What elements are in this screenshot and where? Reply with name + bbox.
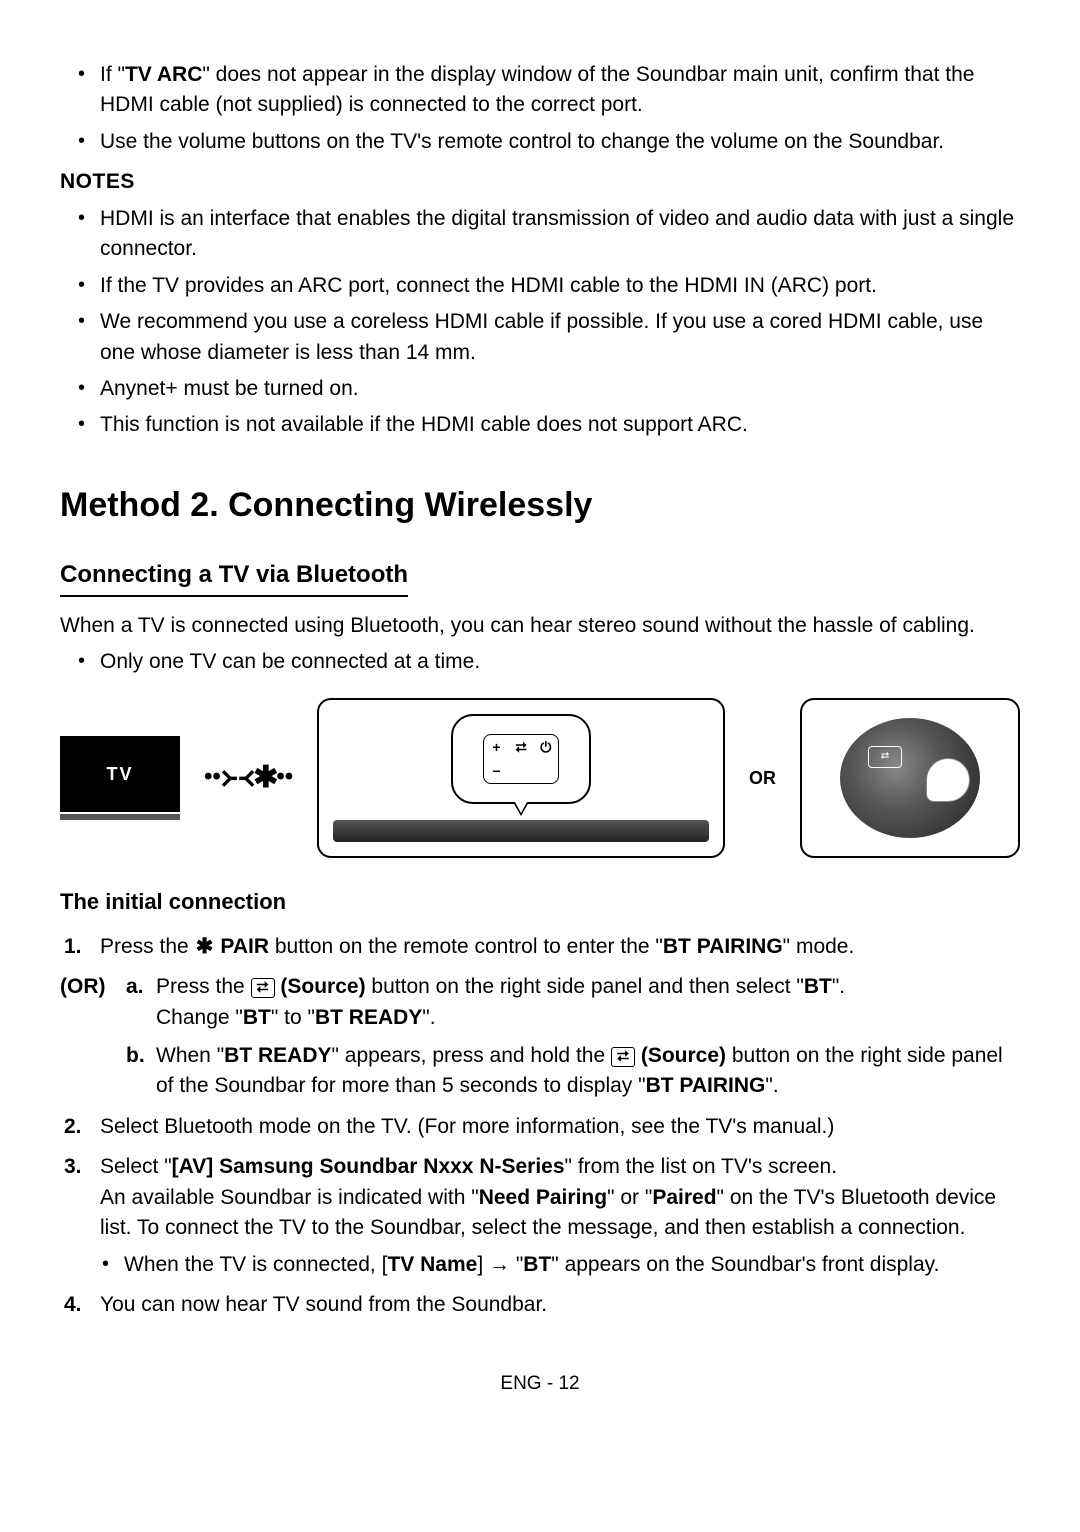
list-item: This function is not available if the HD… [100, 410, 1020, 440]
step-2: 2. Select Bluetooth mode on the TV. (For… [100, 1112, 1020, 1142]
notes-list: HDMI is an interface that enables the di… [60, 204, 1020, 441]
list-item: We recommend you use a coreless HDMI cab… [100, 307, 1020, 368]
list-item: When the TV is connected, [TV Name] → "B… [124, 1250, 1020, 1280]
step-3-sub: When the TV is connected, [TV Name] → "B… [100, 1250, 1020, 1280]
plus-icon: + [484, 735, 509, 759]
remote-soundbar-illustration: + ⮂ ⏻ − [317, 698, 725, 858]
method-heading: Method 2. Connecting Wirelessly [60, 481, 1020, 530]
source-button-icon: ⮂ [868, 746, 902, 768]
bluetooth-pair-icon: ✱ [195, 932, 215, 962]
step-a: (OR) a. Press the ⮂ (Source) button on t… [156, 972, 1020, 1033]
soundbar-illustration [333, 820, 709, 842]
source-icon: ⮂ [611, 1047, 635, 1067]
initial-connection-heading: The initial connection [60, 886, 1020, 918]
tv-illustration: TV [60, 736, 180, 820]
power-icon: ⏻ [533, 735, 558, 759]
minus-icon: − [484, 759, 509, 783]
step-4: 4. You can now hear TV sound from the So… [100, 1290, 1020, 1320]
side-panel-illustration: ⮂ [800, 698, 1020, 858]
page-footer: ENG - 12 [60, 1370, 1020, 1398]
remote-balloon: + ⮂ ⏻ − [451, 714, 591, 804]
step-3: 3. Select "[AV] Samsung Soundbar Nxxx N-… [100, 1152, 1020, 1280]
source-icon: ⮂ [509, 735, 534, 759]
list-item: If "TV ARC" does not appear in the displ… [100, 60, 1020, 121]
finger-icon [926, 758, 970, 802]
connection-diagram: TV ••᚛᚜✱•• + ⮂ ⏻ − OR ⮂ [60, 698, 1020, 858]
bluetooth-icon: ••᚛᚜✱•• [204, 756, 293, 800]
notes-heading: NOTES [60, 167, 1020, 197]
subheading-bluetooth: Connecting a TV via Bluetooth [60, 558, 408, 597]
intro-bullet-list: Only one TV can be connected at a time. [60, 647, 1020, 677]
top-bullet-list: If "TV ARC" does not appear in the displ… [60, 60, 1020, 157]
list-item: If the TV provides an ARC port, connect … [100, 271, 1020, 301]
tv-label: TV [60, 736, 180, 812]
list-item: Anynet+ must be turned on. [100, 374, 1020, 404]
list-item: Only one TV can be connected at a time. [100, 647, 1020, 677]
list-item: HDMI is an interface that enables the di… [100, 204, 1020, 265]
or-label: OR [749, 765, 776, 791]
step-1: 1. Press the ✱ PAIR button on the remote… [100, 932, 1020, 1102]
step-b: b. When "BT READY" appears, press and ho… [156, 1041, 1020, 1102]
or-label: (OR) [60, 972, 106, 1002]
source-icon: ⮂ [251, 978, 275, 998]
alternate-steps: (OR) a. Press the ⮂ (Source) button on t… [100, 972, 1020, 1102]
remote-buttons: + ⮂ ⏻ − [483, 734, 559, 784]
disc: ⮂ [840, 718, 980, 838]
intro-text: When a TV is connected using Bluetooth, … [60, 611, 1020, 641]
list-item: Use the volume buttons on the TV's remot… [100, 127, 1020, 157]
steps-list: 1. Press the ✱ PAIR button on the remote… [60, 932, 1020, 1321]
